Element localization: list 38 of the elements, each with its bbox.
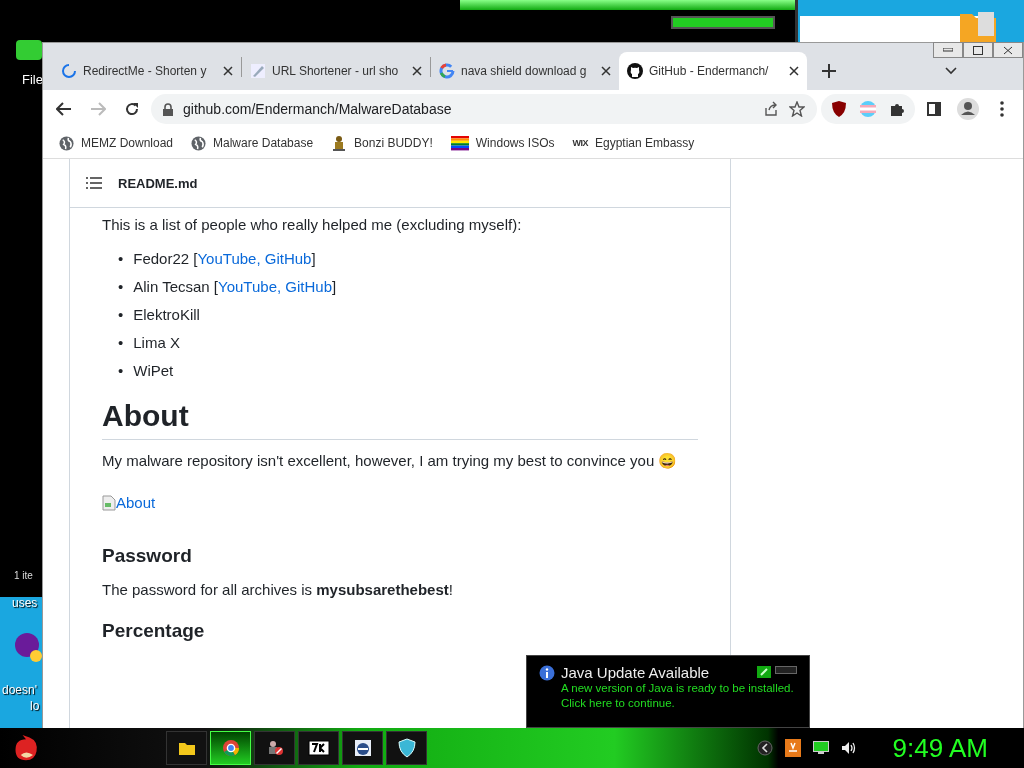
status-label: 1 ite bbox=[14, 570, 33, 581]
section-heading: About bbox=[102, 399, 698, 440]
bullet: • bbox=[118, 333, 124, 353]
bookmark[interactable]: Windows ISOs bbox=[475, 136, 555, 150]
paragraph: This is a list of people who really helped me (excluding myself): bbox=[102, 216, 523, 233]
list-item: Fedor22 [YouTube, GitHub] bbox=[133, 249, 316, 269]
subsection-heading: Percentage bbox=[102, 620, 206, 642]
notification-message: A new version of Java is ready to be installed. bbox=[561, 681, 795, 696]
list-item: WiPet bbox=[133, 361, 174, 381]
list-item: Alin Tecsan [YouTube, GitHub] bbox=[133, 277, 337, 297]
bookmark[interactable]: Egyptian Embassy bbox=[595, 136, 695, 150]
wix-logo: WIX bbox=[572, 138, 588, 148]
bookmark[interactable]: Malware Database bbox=[213, 136, 314, 150]
subsection-heading: Password bbox=[102, 545, 193, 567]
bullet: • bbox=[118, 277, 124, 297]
notification-popup[interactable]: Java Update Available A new version of Java is ready to be installed. Click here to continue. bbox=[526, 655, 810, 728]
address-bar[interactable]: github.com/Endermanch/MalwareDatabase bbox=[151, 94, 817, 124]
bookmark[interactable]: MEMZ Download bbox=[81, 136, 174, 150]
bookmark[interactable]: Bonzi BUDDY! bbox=[354, 136, 433, 150]
browser-tab[interactable]: GitHub - Endermanch/ bbox=[619, 52, 807, 90]
browser-tab[interactable]: nava shield download g bbox=[431, 52, 619, 90]
browser-tab[interactable]: RedirectMe - Shorten y bbox=[53, 52, 241, 90]
list-item: Lima X bbox=[133, 333, 180, 353]
clock[interactable]: 9:49 AM bbox=[892, 732, 988, 764]
image-link[interactable]: About bbox=[116, 494, 156, 511]
readme-title: README.md bbox=[118, 175, 198, 191]
bullet: • bbox=[118, 361, 124, 381]
link[interactable]: YouTube, GitHub bbox=[197, 250, 312, 267]
notification-title: Java Update Available bbox=[561, 664, 710, 681]
paragraph: The password for all archives is mysubsarethebest! bbox=[102, 581, 454, 598]
link[interactable]: YouTube, GitHub bbox=[218, 278, 332, 295]
paragraph: My malware repository isn't excellent, however, I am trying my best to convince you 😄 bbox=[102, 452, 679, 470]
browser-tab[interactable]: URL Shortener - url sho bbox=[242, 52, 430, 90]
notification-link[interactable]: Click here to continue. bbox=[561, 696, 797, 711]
bullet: • bbox=[118, 249, 124, 269]
menu-label[interactable]: File bbox=[22, 72, 43, 87]
bullet: • bbox=[118, 305, 124, 325]
list-item: ElektroKill bbox=[133, 305, 200, 325]
